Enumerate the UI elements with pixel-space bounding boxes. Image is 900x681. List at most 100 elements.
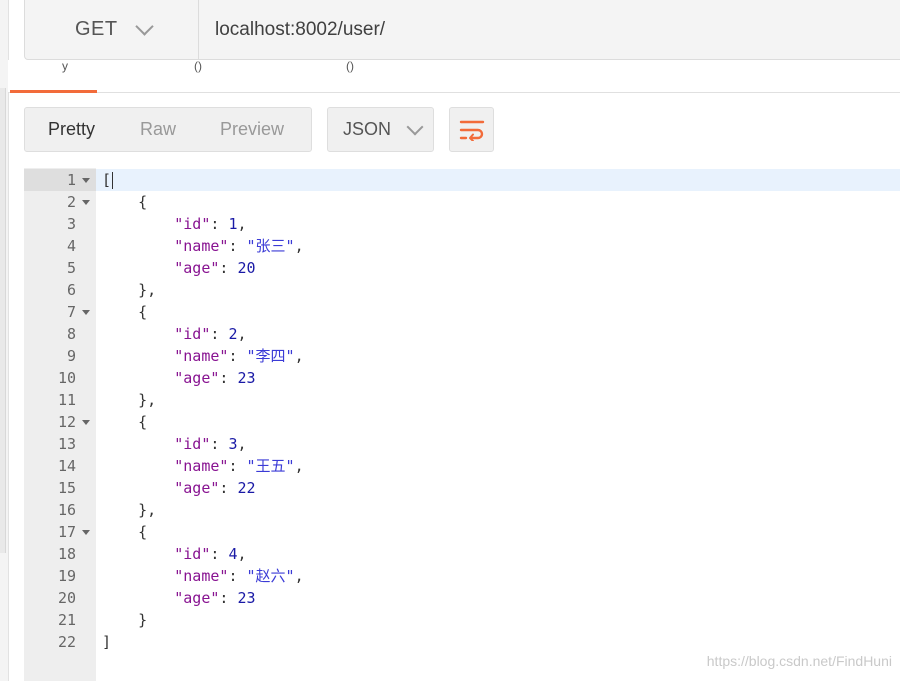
view-mode-switch: Pretty Raw Preview xyxy=(24,107,312,152)
json-number: 20 xyxy=(237,259,256,277)
line-number-cell: 21 xyxy=(24,609,96,631)
json-quote: " xyxy=(285,567,295,585)
code-line-content: }, xyxy=(102,389,156,411)
fold-toggle-icon[interactable] xyxy=(82,420,90,425)
json-string: 张三 xyxy=(255,237,286,255)
code-line-content: { xyxy=(102,411,147,433)
code-line-content: } xyxy=(102,609,147,631)
response-tabs: y () () xyxy=(8,60,900,93)
code-line-content: "name": "张三", xyxy=(102,235,303,257)
fold-toggle-icon[interactable] xyxy=(82,200,90,205)
sidebar-edge xyxy=(0,0,9,681)
json-punctuation: : xyxy=(228,457,247,475)
line-number-cell: 8 xyxy=(24,323,96,345)
fold-toggle-icon[interactable] xyxy=(82,530,90,535)
json-punctuation: }, xyxy=(138,391,157,409)
line-number: 15 xyxy=(57,479,76,497)
json-string: 李四 xyxy=(255,347,286,365)
code-line: 20 "age": 23 xyxy=(24,587,900,609)
method-label: GET xyxy=(75,18,118,40)
fold-toggle-icon[interactable] xyxy=(82,178,90,183)
code-line: 22] xyxy=(24,631,900,653)
json-punctuation: : xyxy=(219,369,238,387)
line-number-cell: 16 xyxy=(24,499,96,521)
line-number: 10 xyxy=(57,369,76,387)
json-quote: " xyxy=(246,457,256,475)
json-quote: " xyxy=(285,347,295,365)
line-number-cell: 17 xyxy=(24,521,96,543)
line-number: 6 xyxy=(66,281,76,299)
json-quote: " xyxy=(246,347,256,365)
line-number: 11 xyxy=(57,391,76,409)
code-line: 6 }, xyxy=(24,279,900,301)
json-punctuation: , xyxy=(294,567,304,585)
code-line-content: "age": 23 xyxy=(102,587,256,609)
json-punctuation: , xyxy=(237,435,247,453)
view-mode-preview[interactable]: Preview xyxy=(220,119,284,140)
json-quote: " xyxy=(246,237,256,255)
code-line: 18 "id": 4, xyxy=(24,543,900,565)
code-line: 4 "name": "张三", xyxy=(24,235,900,257)
code-line-content: ] xyxy=(102,631,111,653)
json-punctuation: , xyxy=(237,545,247,563)
line-number-cell: 20 xyxy=(24,587,96,609)
code-line-content: "age": 20 xyxy=(102,257,256,279)
line-number-cell: 9 xyxy=(24,345,96,367)
code-line: 21 } xyxy=(24,609,900,631)
wrap-lines-button[interactable] xyxy=(449,107,494,152)
json-number: 23 xyxy=(237,589,256,607)
code-line-content: "age": 22 xyxy=(102,477,255,499)
json-punctuation: }, xyxy=(138,501,157,519)
line-number-cell: 14 xyxy=(24,455,96,477)
line-number: 4 xyxy=(66,237,76,255)
line-number: 14 xyxy=(57,457,76,475)
wrap-lines-icon xyxy=(459,120,484,141)
code-line: 14 "name": "王五", xyxy=(24,455,900,477)
format-select[interactable]: JSON xyxy=(327,107,434,152)
line-number-cell: 2 xyxy=(24,191,96,213)
json-key: "name" xyxy=(174,237,229,255)
fold-toggle-icon[interactable] xyxy=(82,310,90,315)
json-punctuation: ] xyxy=(102,633,112,651)
json-quote: " xyxy=(246,567,256,585)
line-number: 5 xyxy=(66,259,76,277)
code-line: 5 "age": 20 xyxy=(24,257,900,279)
line-number-cell: 3 xyxy=(24,213,96,235)
line-number: 19 xyxy=(57,567,76,585)
view-mode-raw[interactable]: Raw xyxy=(140,119,176,140)
code-line: 9 "name": "李四", xyxy=(24,345,900,367)
method-select[interactable]: GET xyxy=(25,0,199,59)
json-key: "name" xyxy=(174,347,229,365)
response-body[interactable]: 1[2 {3 "id": 1, 4 "name": "张三", 5 "age": 2… xyxy=(24,168,900,681)
line-number-cell: 1 xyxy=(24,169,96,191)
line-number-cell: 7 xyxy=(24,301,96,323)
line-number: 18 xyxy=(57,545,76,563)
code-line: 17 { xyxy=(24,521,900,543)
view-mode-pretty[interactable]: Pretty xyxy=(48,119,95,140)
watermark: https://blog.csdn.net/FindHuni xyxy=(706,653,892,669)
code-line: 16 }, xyxy=(24,499,900,521)
json-punctuation: { xyxy=(138,303,148,321)
json-punctuation: , xyxy=(294,347,304,365)
json-punctuation: } xyxy=(138,611,148,629)
request-bar: GET localhost:8002/user/ xyxy=(24,0,900,60)
line-number-cell: 12 xyxy=(24,411,96,433)
code-line: 13 "id": 3, xyxy=(24,433,900,455)
line-number: 8 xyxy=(66,325,76,343)
line-number: 2 xyxy=(66,193,76,211)
line-number-cell: 22 xyxy=(24,631,96,653)
json-key: "age" xyxy=(174,369,220,387)
json-punctuation: : xyxy=(228,347,247,365)
active-tab-indicator xyxy=(10,90,97,93)
json-string: 赵六 xyxy=(255,567,286,585)
sidebar-scroll-edge xyxy=(0,88,6,553)
json-key: "name" xyxy=(174,457,229,475)
line-number: 20 xyxy=(57,589,76,607)
line-number-cell: 18 xyxy=(24,543,96,565)
json-key: "id" xyxy=(174,545,211,563)
code-line: 15 "age": 22 xyxy=(24,477,900,499)
url-input[interactable]: localhost:8002/user/ xyxy=(215,0,385,59)
json-key: "id" xyxy=(174,435,211,453)
json-punctuation: : xyxy=(228,567,247,585)
code-line-content: [ xyxy=(102,169,111,191)
